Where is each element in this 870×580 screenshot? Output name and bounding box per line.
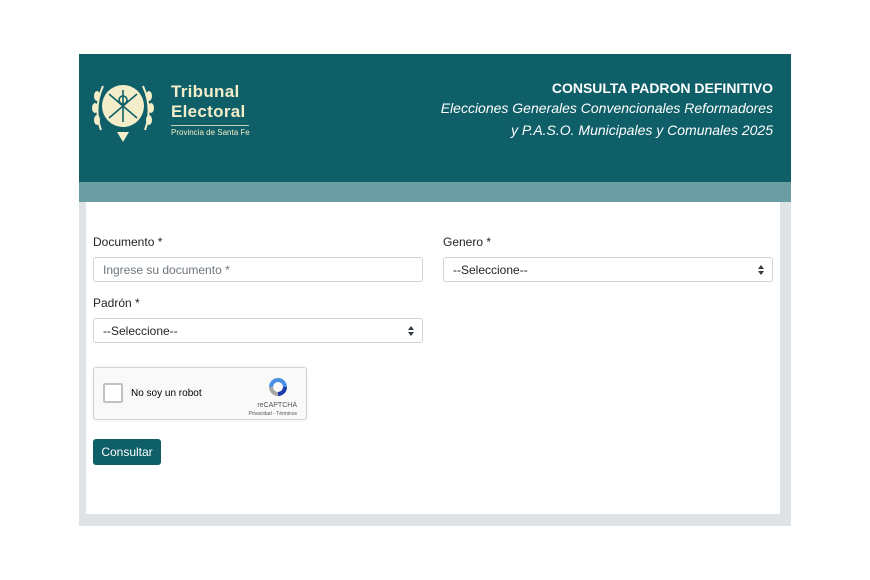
brand-line-3: Provincia de Santa Fe <box>171 128 250 137</box>
page-subtitle-2: y P.A.S.O. Municipales y Comunales 2025 <box>511 122 773 138</box>
genero-label: Genero * <box>443 235 492 249</box>
padron-select[interactable]: --Seleccione-- <box>93 318 423 343</box>
genero-selected-value: --Seleccione-- <box>453 262 528 277</box>
brand-line-2: Electoral <box>171 102 246 121</box>
page-frame: Tribunal Electoral Provincia de Santa Fe… <box>79 54 791 526</box>
header-title-block: CONSULTA PADRON DEFINITIVO Elecciones Ge… <box>441 79 773 141</box>
recaptcha-checkbox[interactable] <box>103 383 123 403</box>
brand-line-1: Tribunal <box>171 82 240 101</box>
padron-label: Padrón * <box>93 296 140 310</box>
recaptcha-label: No soy un robot <box>131 388 202 399</box>
page-title: CONSULTA PADRON DEFINITIVO <box>551 80 773 96</box>
recaptcha-widget: No soy un robot reCAPTCHA Privacidad - T… <box>93 367 307 420</box>
header-band <box>79 182 791 202</box>
recaptcha-terms[interactable]: Privacidad - Términos <box>248 411 297 417</box>
form-card: Documento * Ingrese su documento * Gener… <box>86 202 780 514</box>
select-arrows-icon <box>408 325 414 337</box>
genero-select[interactable]: --Seleccione-- <box>443 257 773 282</box>
brand-divider <box>171 125 249 126</box>
recaptcha-brand: reCAPTCHA <box>257 402 297 409</box>
documento-input[interactable]: Ingrese su documento * <box>93 257 423 282</box>
padron-selected-value: --Seleccione-- <box>103 323 178 338</box>
consultar-button[interactable]: Consultar <box>93 439 161 465</box>
page-subtitle-1: Elecciones Generales Convencionales Refo… <box>440 100 773 116</box>
header: Tribunal Electoral Provincia de Santa Fe… <box>79 54 791 182</box>
select-arrows-icon <box>758 264 764 276</box>
coat-of-arms-icon <box>92 85 154 142</box>
recaptcha-logo-icon <box>269 378 287 396</box>
documento-placeholder: Ingrese su documento * <box>103 262 230 277</box>
documento-label: Documento * <box>93 235 163 249</box>
brand: Tribunal Electoral Provincia de Santa Fe <box>171 82 250 138</box>
